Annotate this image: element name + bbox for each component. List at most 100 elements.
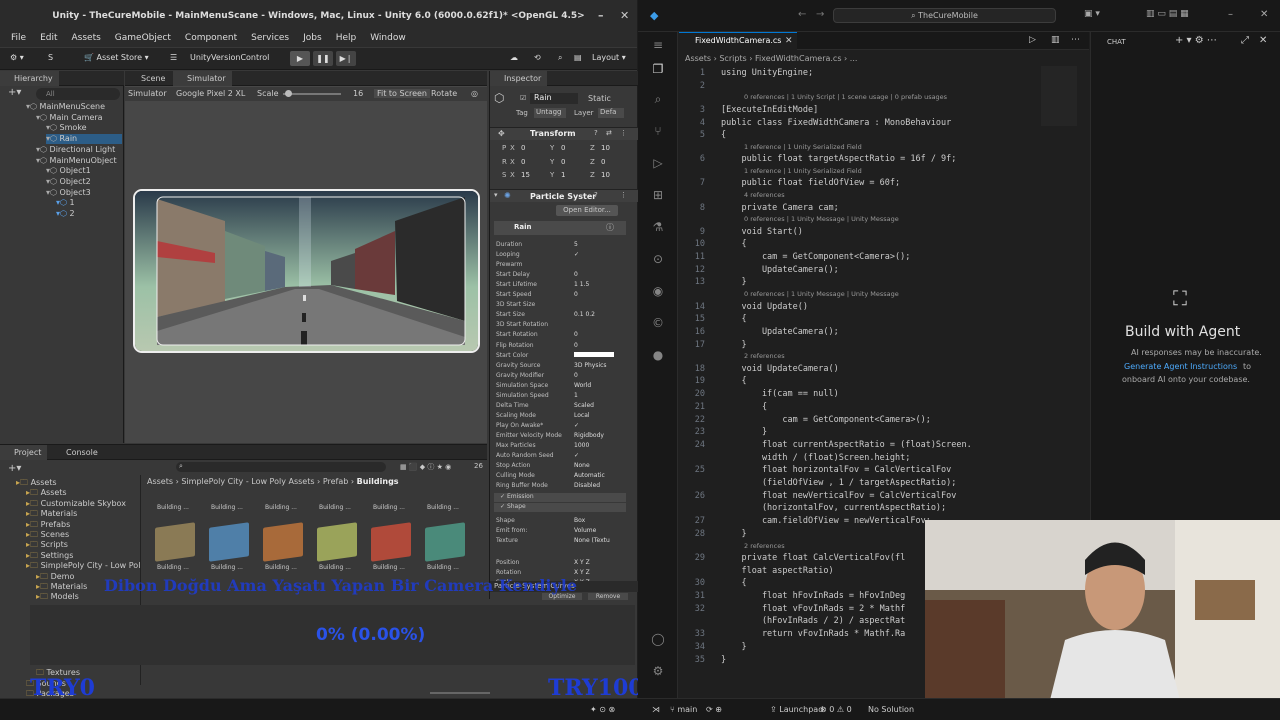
search-sidebar-icon[interactable]: ⌕ [650,92,666,106]
hierarchy-item[interactable]: ▾⬡ Directional Light [36,145,122,155]
account-icon[interactable]: ◯ [650,632,666,646]
safe-area-icon[interactable]: ◎ [471,89,478,98]
pr-icon[interactable]: © [650,316,666,330]
nav-back-icon[interactable]: ← [798,9,806,20]
breadcrumb-item[interactable]: Buildings [357,477,399,486]
particle-prop-value[interactable]: 0 [574,271,578,278]
hierarchy-item[interactable]: ▾⬡ Smoke [46,123,122,133]
code-line[interactable]: { [721,314,746,324]
run-debug-icon[interactable]: ▷ [650,156,666,170]
solution-indicator[interactable]: No Solution [868,705,914,714]
breadcrumb-item[interactable]: SimplePoly City - Low Poly Assets [181,477,314,486]
chat-maximize-icon[interactable]: ⤢ [1241,35,1249,46]
command-center-search[interactable]: ⌕ TheCureMobile [833,8,1056,23]
shape-prop-value[interactable]: X Y Z [574,559,590,566]
layout-toggle-icons[interactable]: ▥ ▭ ▤ ▦ [1146,9,1189,19]
code-line[interactable]: { [721,239,746,249]
building-thumbnail[interactable] [155,522,195,562]
shape-prop-value[interactable]: None (Textu [574,537,610,544]
history-icon[interactable]: ⟲ [534,53,541,62]
static-toggle[interactable]: Static [588,94,611,103]
window-minimize-icon[interactable]: – [1228,9,1233,20]
asset-store-button[interactable]: 🛒 Asset Store ▾ [84,53,149,62]
explorer-icon[interactable]: ❐ [650,62,666,76]
particle-prop-value[interactable]: ✓ [574,251,579,258]
tab-fixedwidthcamera[interactable]: FixedWidthCamera.cs ✕ [679,32,797,50]
code-line[interactable]: [ExecuteInEditMode] [721,105,818,115]
particle-prop-value[interactable]: 0 [574,291,578,298]
particle-prop-value[interactable]: Scaled [574,402,594,409]
start-color-swatch[interactable] [574,352,614,357]
transform-x-field[interactable]: 15 [521,171,551,179]
layout-dropdown[interactable]: Layout ▾ [592,53,626,62]
code-line[interactable]: } [721,427,767,437]
hierarchy-item[interactable]: ▾⬡ 2 [56,209,122,219]
code-line[interactable]: UpdateCamera(); [721,265,839,275]
transform-z-field[interactable]: 10 [601,171,631,179]
shape-prop-value[interactable]: X Y Z [574,569,590,576]
menu-window[interactable]: Window [370,32,406,47]
breadcrumb-item[interactable]: Assets [147,477,173,486]
module-row[interactable]: ✓ Emission [494,493,626,502]
code-line[interactable]: } [721,529,746,539]
transform-z-field[interactable]: 0 [601,158,631,166]
shape-prop-value[interactable]: Box [574,517,585,524]
code-line[interactable]: return vFovInRads * Mathf.Ra [721,629,905,639]
particle-prop-value[interactable]: 0 [574,342,578,349]
code-line[interactable]: (fieldOfView , 1 / targetAspectRatio); [721,478,956,488]
code-line[interactable]: private Camera cam; [721,203,838,213]
code-line[interactable]: } [721,277,746,287]
building-thumbnail[interactable] [317,522,357,562]
code-line[interactable]: (hFovInRads / 2) / aspectRat [721,616,905,626]
code-line[interactable]: void UpdateCamera() [721,364,838,374]
testing-icon[interactable]: ⚗ [650,220,666,234]
particle-more-icon[interactable]: ⋮ [620,191,627,199]
code-line[interactable]: { [721,578,746,588]
remote-icon[interactable]: ⊙ [650,252,666,266]
module-row[interactable]: ✓ Shape [494,503,626,512]
code-line[interactable]: float hFovInRads = hFovInDeg [721,591,905,601]
particle-prop-value[interactable]: ✓ [574,422,579,429]
editor-breadcrumb-item[interactable]: Scripts [719,54,746,63]
building-thumbnail[interactable] [263,522,303,562]
menu-file[interactable]: File [11,32,26,47]
codelens[interactable]: 0 references | 1 Unity Message | Unity M… [744,290,899,298]
particle-help-icon[interactable]: ? [594,191,598,199]
hierarchy-item[interactable]: ▾⬡ 1 [56,198,122,208]
open-editor-button[interactable]: Open Editor... [556,205,618,216]
chat-close-icon[interactable]: ✕ [1259,35,1267,46]
nav-forward-icon[interactable]: → [816,9,824,20]
editor-breadcrumb-item[interactable]: ... [850,54,858,63]
close-icon[interactable]: ✕ [620,0,629,32]
hierarchy-item[interactable]: ▾⬡ MainMenuObject [36,156,122,166]
create-asset-icon[interactable]: +▾ [8,463,21,474]
code-line[interactable]: private float CalcVerticalFov(fl [721,553,905,563]
code-line[interactable]: public class FixedWidthCamera : MonoBeha… [721,118,951,128]
copilot-sidebar-icon[interactable]: ◉ [650,284,666,298]
step-button[interactable]: ▶❘ [336,51,356,66]
sync-icon[interactable]: ⟳ ⊕ [706,705,722,714]
code-line[interactable]: } [721,340,746,350]
tab-console[interactable]: Console [52,445,104,460]
menu-edit[interactable]: Edit [40,32,57,47]
particle-prop-value[interactable]: Rigidbody [574,432,604,439]
layers-icon[interactable]: ▤ [574,53,582,62]
status-icons[interactable]: ✦ ⊙ ⊗ [590,705,615,714]
hierarchy-search-input[interactable]: All [36,88,120,100]
transform-x-field[interactable]: 0 [521,144,551,152]
menu-icon[interactable]: ≡ [650,38,666,52]
pause-button[interactable]: ❚❚ [313,51,333,66]
codelens[interactable]: 1 reference | 1 Unity Serialized Field [744,167,862,175]
hierarchy-item[interactable]: ▾⬡ Object1 [46,166,122,176]
code-line[interactable]: public float targetAspectRatio = 16f / 9… [721,154,956,164]
module-checkbox[interactable]: ✓ [500,503,507,510]
transform-header[interactable]: ✥ Transform ? ⇄ ⋮ [490,127,638,140]
code-line[interactable]: float horizontalFov = CalcVerticalFov [721,465,951,475]
particle-prop-value[interactable]: 0 [574,372,578,379]
scale-slider-handle[interactable] [285,90,292,97]
tab-project[interactable]: Project [0,445,48,460]
code-line[interactable]: { [721,402,767,412]
collapse-arrow-icon[interactable]: ▾ [494,191,498,199]
simulator-dropdown[interactable]: Simulator [128,89,167,98]
object-name-field[interactable]: Rain [530,93,578,104]
